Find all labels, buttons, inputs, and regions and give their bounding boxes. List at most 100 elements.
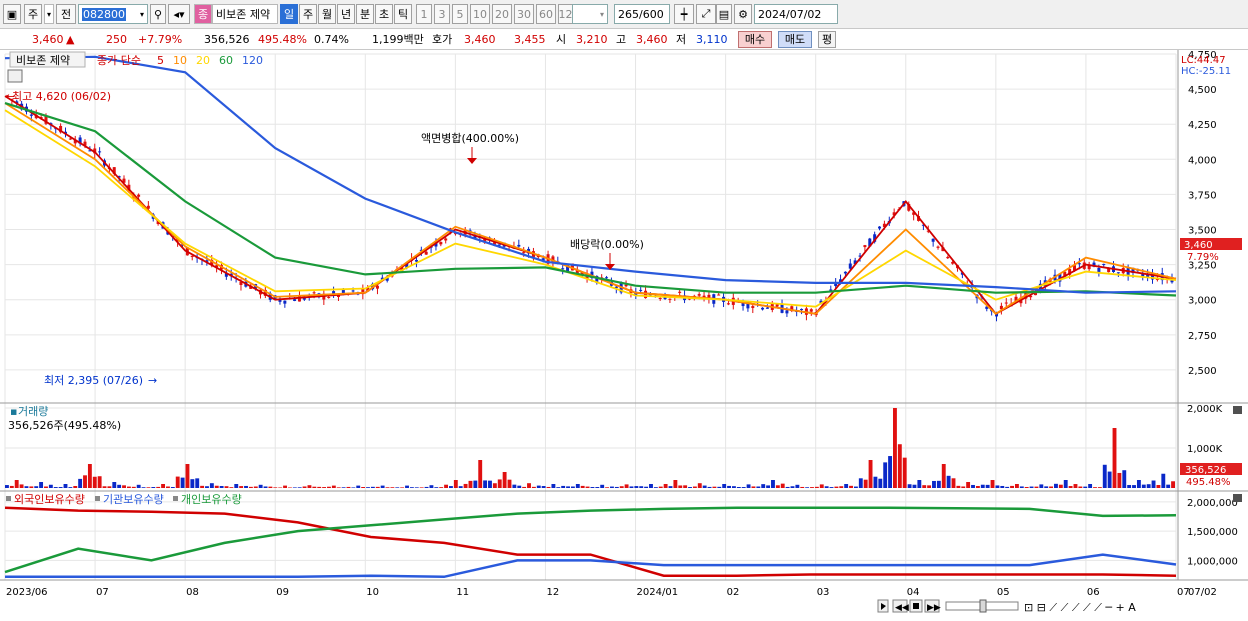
volume-bar [1019,486,1024,488]
interval-input[interactable]: ▾ [572,4,608,24]
volume-bar [634,486,639,488]
holdings-legend-item: 기관보유수량 [103,493,164,506]
volume-bar [83,475,87,488]
tab-틱[interactable]: 틱 [394,4,412,24]
volume-bar [1083,486,1088,488]
zoom-tools-icon[interactable]: ⊡ ⊟ ⟋ ⟋ ⟋ ⟋ ⟋ ─ + A [1024,601,1136,614]
candle-body [1097,267,1101,272]
volume-bar [722,484,727,488]
volume-bar [190,479,195,488]
interval-30[interactable]: 30 [514,4,534,24]
volume-bar [449,486,453,488]
date-input[interactable]: 2024/07/02 [754,4,838,24]
volume-bar [370,486,375,488]
speaker-icon[interactable]: ◂▾ [168,4,190,24]
tab-초[interactable]: 초 [375,4,393,24]
high-value: 3,460 [636,33,668,46]
candle-body [639,289,643,291]
y-tick-label: 3,000 [1188,296,1217,307]
jeon-button[interactable]: 전 [56,4,76,24]
close-panel-icon[interactable] [1233,406,1242,414]
lc-label: LC:44.47 [1181,55,1226,66]
gear-icon[interactable]: ⚙ [734,4,752,24]
volume-bar [712,486,717,488]
volume-bar [185,464,190,488]
stock-type-badge: 종 [194,4,212,24]
fast-forward-glyph: ▶▶ [927,603,941,613]
volume-bar [771,480,775,488]
volume-bar [1136,480,1141,488]
interval-60[interactable]: 60 [536,4,556,24]
hoga-label: 호가 [432,33,453,46]
tab-월[interactable]: 월 [318,4,336,24]
candle-body [439,242,443,245]
sell-button[interactable]: 매도 [778,31,812,48]
interval-10[interactable]: 10 [470,4,490,24]
volume-bar [653,487,658,488]
volume-bar [1141,484,1146,488]
holdings-legend-item: 외국인보유수량 [14,493,85,506]
volume-bar [839,486,844,488]
volume-bar [336,487,341,488]
average-button[interactable]: 평 [818,31,836,48]
change-arrow-icon: ▲ [66,33,75,46]
volume-bar [600,484,605,488]
volume-bar [268,486,273,488]
chevron-down-icon[interactable]: ▾ [140,10,144,19]
candle-icon[interactable]: ┿ [674,4,694,24]
stock-chart[interactable]: 2,5002,7503,0003,2503,5003,7504,0004,250… [0,50,1248,621]
volume-bar [824,486,829,488]
interval-3[interactable]: 3 [434,4,450,24]
zoom-slider-handle[interactable] [979,599,987,613]
volume-bar [829,487,834,488]
volume-bar [961,486,966,488]
candle-body [697,294,701,296]
volume-bar [595,487,600,488]
tab-주[interactable]: 주 [299,4,317,24]
candle-body [761,307,765,310]
volume-bar [390,487,395,488]
tab-일[interactable]: 일 [280,4,298,24]
volume-bar [1029,486,1034,488]
volume-bar [585,486,590,488]
window-icon[interactable]: ▣ [3,4,21,24]
search-icon[interactable]: ⚲ [150,4,166,24]
volume-bar [975,486,980,488]
save-icon[interactable]: ▤ [716,4,732,24]
volume-bar [283,485,287,488]
volume-bar [507,479,512,488]
candle-body [1004,302,1008,304]
interval-20[interactable]: 20 [492,4,512,24]
volume-bar [156,486,161,488]
period-button[interactable]: 주 [24,4,42,24]
volume-bar [1000,485,1005,488]
interval-1[interactable]: 1 [416,4,432,24]
close-panel-icon[interactable] [1233,494,1242,502]
volume-bar [727,485,731,488]
tab-분[interactable]: 분 [356,4,374,24]
chart-background [0,50,1248,621]
interval-5[interactable]: 5 [452,4,468,24]
table-icon[interactable] [7,69,23,83]
volume-bar [175,476,180,488]
crosshair-icon[interactable]: ⤢ [696,4,716,24]
candle-body [98,151,102,153]
buy-button[interactable]: 매수 [738,31,772,48]
volume-bar [161,484,166,488]
candle-body [775,304,779,307]
volume-bar [112,482,117,488]
low-annotation: 최저 2,395 (07/26) [44,374,143,387]
stock-code-input[interactable]: 082800 ▾ [78,4,148,24]
low-label: 저 [676,33,687,46]
ma-legend-item: 5 [157,54,164,67]
chevron-down-icon[interactable]: ▾ [600,10,604,19]
count-input[interactable]: 265/600 [614,4,670,24]
volume-bar [63,484,68,488]
volume-bar [34,486,39,488]
volume-bar [136,484,141,488]
volume-bar [1127,484,1132,488]
volume-bar [936,480,941,488]
volume-bar [429,485,434,488]
tab-년[interactable]: 년 [337,4,355,24]
period-dropdown-icon[interactable]: ▾ [44,4,54,24]
